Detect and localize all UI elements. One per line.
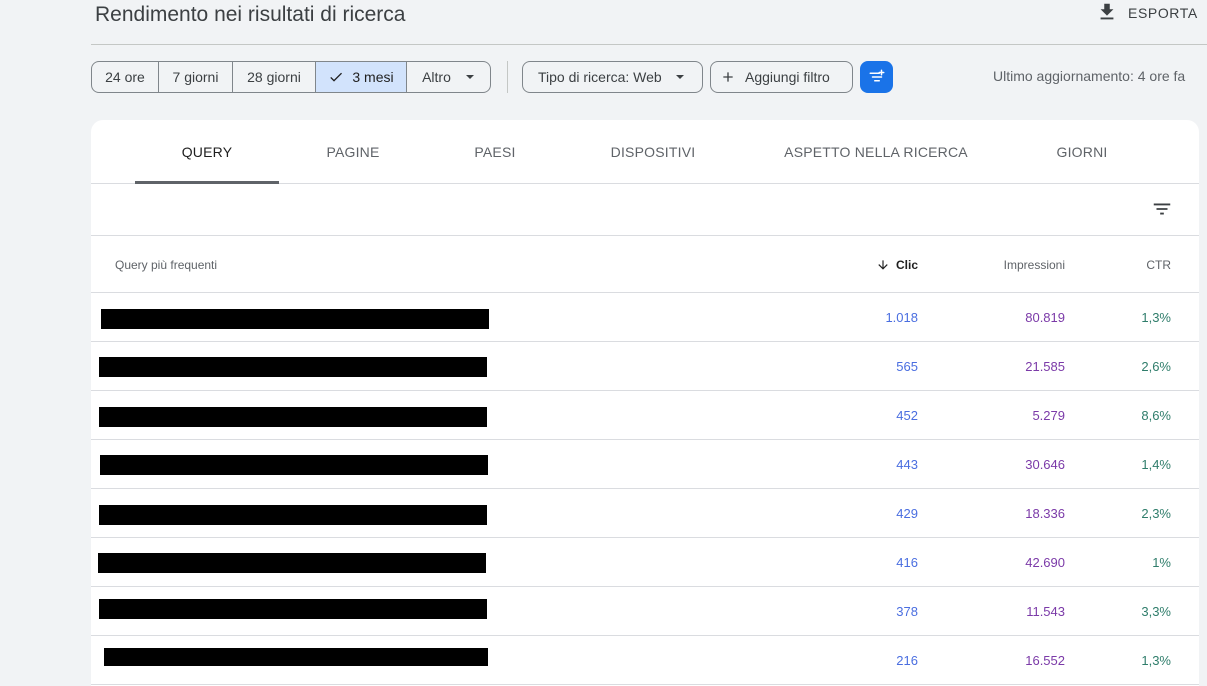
date-range-label: 3 mesi [352, 69, 394, 85]
tab-giorni[interactable]: GIORNI [1032, 120, 1132, 183]
redacted-query [99, 357, 487, 377]
add-filter-label: Aggiungi filtro [745, 69, 830, 85]
date-range-label: 7 giorni [172, 69, 219, 85]
redacted-query [99, 599, 487, 619]
table-header: Query più frequenti Clic Impressioni CTR [91, 236, 1199, 293]
date-range-label: Altro [422, 69, 451, 85]
download-icon [1096, 1, 1118, 26]
impressions-value: 18.336 [1025, 506, 1065, 521]
date-range-24h[interactable]: 24 ore [92, 62, 159, 92]
tab-query[interactable]: QUERY [135, 120, 279, 183]
redacted-query [99, 407, 487, 427]
tab-label: DISPOSITIVI [610, 143, 696, 160]
caret-down-icon [465, 72, 475, 82]
table-row[interactable]: 443 30.646 1,4% [91, 440, 1199, 489]
export-button[interactable]: ESPORTA [1096, 0, 1198, 26]
clic-value: 216 [896, 653, 918, 668]
export-label: ESPORTA [1128, 5, 1198, 21]
column-header-ctr[interactable]: CTR [1146, 236, 1171, 293]
search-type-label: Tipo di ricerca: Web [538, 69, 662, 85]
column-label: Clic [895, 257, 918, 272]
tab-dispositivi[interactable]: DISPOSITIVI [593, 120, 713, 183]
impressions-value: 5.279 [1032, 408, 1065, 423]
impressions-value: 30.646 [1025, 457, 1065, 472]
clic-value: 416 [896, 555, 918, 570]
redacted-query [101, 309, 489, 329]
tabs-bar: QUERY PAGINE PAESI DISPOSITIVI ASPETTO N… [91, 120, 1199, 184]
column-label: CTR [1146, 257, 1171, 272]
table-row[interactable]: 452 5.279 8,6% [91, 391, 1199, 440]
arrow-down-icon [876, 258, 890, 272]
ctr-value: 1,4% [1141, 457, 1171, 472]
table-body: 1.018 80.819 1,3% 565 21.585 2,6% 452 5.… [91, 293, 1199, 685]
clic-value: 565 [896, 359, 918, 374]
column-header-query[interactable]: Query più frequenti [115, 236, 217, 293]
impressions-value: 16.552 [1025, 653, 1065, 668]
tab-label: PAGINE [326, 143, 380, 160]
table-row[interactable]: 565 21.585 2,6% [91, 342, 1199, 391]
tab-label: ASPETTO NELLA RICERCA [784, 143, 968, 160]
ctr-value: 2,6% [1141, 359, 1171, 374]
add-filter-button[interactable]: Aggiungi filtro [710, 61, 853, 93]
plus-icon [720, 69, 736, 85]
tab-label: QUERY [181, 143, 233, 160]
date-range-selector: 24 ore 7 giorni 28 giorni 3 mesi Altro [91, 61, 491, 93]
table-row[interactable]: 416 42.690 1% [91, 538, 1199, 587]
tab-label: PAESI [474, 143, 516, 160]
date-range-3m[interactable]: 3 mesi [316, 62, 407, 92]
date-range-label: 28 giorni [247, 69, 301, 85]
redacted-query [100, 455, 488, 475]
redacted-query [98, 553, 486, 573]
redacted-query [99, 505, 487, 525]
date-range-more[interactable]: Altro [407, 62, 490, 92]
impressions-value: 11.543 [1026, 604, 1065, 619]
ctr-value: 2,3% [1141, 506, 1171, 521]
date-range-7d[interactable]: 7 giorni [159, 62, 233, 92]
filter-lines-icon[interactable] [1151, 198, 1173, 225]
last-update-text: Ultimo aggiornamento: 4 ore fa [993, 68, 1186, 84]
tab-label: GIORNI [1056, 143, 1108, 160]
header-divider [91, 44, 1207, 45]
filter-divider [507, 61, 508, 93]
tab-aspetto-ricerca[interactable]: ASPETTO NELLA RICERCA [771, 120, 981, 183]
clic-value: 443 [896, 457, 918, 472]
ctr-value: 8,6% [1141, 408, 1171, 423]
ctr-value: 3,3% [1141, 604, 1171, 619]
date-range-label: 24 ore [105, 69, 145, 85]
column-header-clic[interactable]: Clic [876, 236, 918, 293]
page-title: Rendimento nei risultati di ricerca [95, 3, 406, 26]
impressions-value: 42.690 [1025, 555, 1065, 570]
caret-down-icon [675, 72, 685, 82]
ctr-value: 1,3% [1141, 310, 1171, 325]
column-label: Query più frequenti [115, 257, 218, 272]
table-row[interactable]: 429 18.336 2,3% [91, 489, 1199, 538]
ctr-value: 1,3% [1141, 653, 1171, 668]
table-row[interactable]: 216 16.552 1,3% [91, 636, 1199, 685]
date-range-28d[interactable]: 28 giorni [233, 62, 316, 92]
table-toolbar [91, 184, 1199, 236]
tab-pagine[interactable]: PAGINE [303, 120, 403, 183]
column-label: Impressioni [1003, 257, 1065, 272]
check-icon [328, 69, 344, 85]
clic-value: 452 [896, 408, 918, 423]
filter-settings-button[interactable] [860, 61, 893, 93]
tab-paesi[interactable]: PAESI [445, 120, 545, 183]
search-type-dropdown[interactable]: Tipo di ricerca: Web [522, 61, 703, 93]
impressions-value: 80.819 [1025, 310, 1065, 325]
ctr-value: 1% [1152, 555, 1171, 570]
results-card: QUERY PAGINE PAESI DISPOSITIVI ASPETTO N… [91, 120, 1199, 686]
clic-value: 378 [896, 604, 918, 619]
column-header-impressioni[interactable]: Impressioni [1004, 236, 1065, 293]
filter-settings-icon [868, 68, 886, 86]
impressions-value: 21.585 [1025, 359, 1065, 374]
table-row[interactable]: 1.018 80.819 1,3% [91, 293, 1199, 342]
redacted-query [104, 648, 488, 666]
table-row[interactable]: 378 11.543 3,3% [91, 587, 1199, 636]
clic-value: 1.018 [885, 310, 918, 325]
clic-value: 429 [896, 506, 918, 521]
